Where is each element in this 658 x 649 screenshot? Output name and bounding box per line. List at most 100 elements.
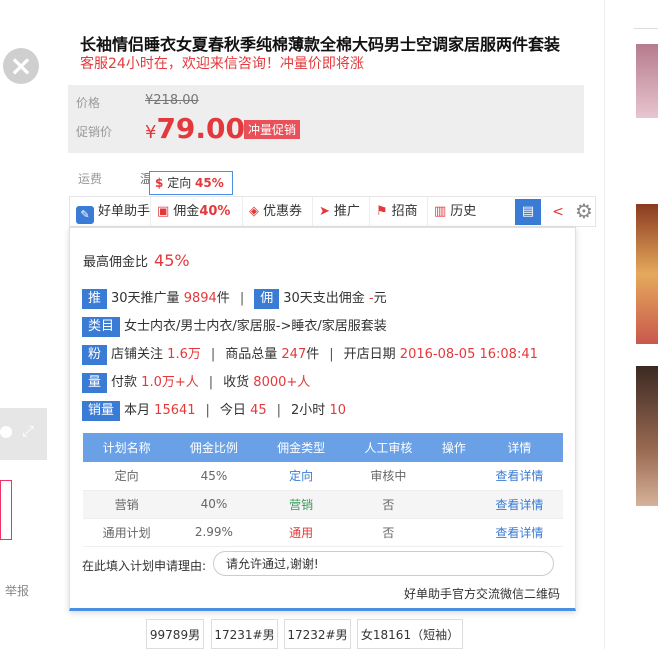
promo-stats-row: 推 30天推广量 9894件 | 佣 30天支出佣金 -元 xyxy=(82,287,387,309)
currency-symbol: ¥ xyxy=(145,122,157,143)
month-sales: 15641 xyxy=(154,403,196,418)
coupon-label: 优惠券 xyxy=(263,204,303,219)
reason-label: 在此填入计划申请理由: xyxy=(82,559,207,573)
today-sales: 45 xyxy=(250,403,267,418)
history-button[interactable]: ▥ 历史 xyxy=(428,197,494,226)
recommend-thumb[interactable] xyxy=(636,136,658,184)
price-box: 价格 ¥218.00 促销价 ¥79.00 冲量促销 xyxy=(68,85,584,153)
max-rate-label: 最高佣金比 xyxy=(83,255,149,270)
share-icon[interactable]: < xyxy=(547,199,569,225)
view-details-link[interactable]: 查看详情 xyxy=(475,462,563,491)
commission-percent: 40% xyxy=(199,204,231,219)
col-header: 佣金类型 xyxy=(257,433,345,462)
volume-row: 量付款 1.0万+人 | 收货 8000+人 xyxy=(82,371,310,393)
paid-count: 1.0万+人 xyxy=(141,375,199,390)
promo-tag-badge: 推 xyxy=(82,289,108,309)
recommend-thumb[interactable] xyxy=(636,204,658,344)
product-title: 长袖情侣睡衣女夏春秋季纯棉薄款全棉大码男士空调家居服两件套装 xyxy=(80,35,561,54)
thumbnail-image[interactable] xyxy=(0,480,12,540)
plan-name: 营销 xyxy=(83,490,171,519)
promo-count-label: 30天推广量 xyxy=(111,291,180,306)
brand-logo-icon: ✎ xyxy=(76,206,94,224)
received-label: 收货 xyxy=(223,375,250,390)
shipping-label: 运费 xyxy=(78,172,103,186)
sku-option[interactable]: 女18161（短袖） xyxy=(357,619,463,649)
plan-rate: 45% xyxy=(170,462,258,491)
separator: | xyxy=(239,291,245,306)
unit-label: 件 xyxy=(216,291,230,306)
col-header: 人工审核 xyxy=(344,433,433,462)
goods-unit: 件 xyxy=(306,347,320,362)
open-date-label: 开店日期 xyxy=(343,347,396,362)
shop-follow-label: 店铺关注 xyxy=(111,347,164,362)
plan-type: 通用 xyxy=(257,518,345,547)
table-row: 营销 40% 营销 否 查看详情 xyxy=(83,490,563,519)
recommend-thumb[interactable] xyxy=(636,366,658,506)
plan-type: 定向 xyxy=(257,462,345,491)
promo-tag: 冲量促销 xyxy=(244,120,301,139)
brand-label: 好单助手 xyxy=(98,204,151,219)
recruit-label: 招商 xyxy=(391,204,418,219)
col-header: 详情 xyxy=(475,433,563,462)
max-rate-value: 45% xyxy=(154,251,190,270)
carousel-dot[interactable] xyxy=(0,426,12,438)
promote-button[interactable]: ➤ 推广 xyxy=(313,197,370,226)
bar-chart-icon: ▥ xyxy=(434,204,447,219)
month-label: 本月 xyxy=(124,403,151,418)
sku-option[interactable]: 99789男 xyxy=(146,619,204,649)
separator: | xyxy=(208,375,214,390)
plan-review: 否 xyxy=(344,518,433,547)
recommend-thumb[interactable] xyxy=(636,44,658,118)
plan-action[interactable] xyxy=(432,518,476,547)
expand-icon[interactable]: ⤢ xyxy=(22,422,40,440)
tooltip-text: 定向 xyxy=(167,176,192,190)
view-details-link[interactable]: 查看详情 xyxy=(475,490,563,519)
money-icon: ▣ xyxy=(157,204,170,219)
separator: | xyxy=(329,347,334,362)
promote-label: 推广 xyxy=(333,204,360,219)
sku-option[interactable]: 17232#男 xyxy=(284,619,351,649)
history-label: 历史 xyxy=(450,204,477,219)
sales-tag-badge: 销量 xyxy=(82,401,121,421)
separator: | xyxy=(276,403,282,418)
plan-name: 定向 xyxy=(83,462,171,491)
view-details-link[interactable]: 查看详情 xyxy=(475,518,563,547)
col-header: 计划名称 xyxy=(83,433,171,462)
plan-action[interactable] xyxy=(432,462,476,491)
report-link[interactable]: 举报 xyxy=(5,582,29,599)
received-count: 8000+人 xyxy=(253,375,311,390)
shop-follow: 1.6万 xyxy=(167,347,201,362)
table-header-row: 计划名称 佣金比例 佣金类型 人工审核 操作 详情 xyxy=(83,433,563,462)
tag-icon: ◈ xyxy=(249,204,259,219)
commission-button[interactable]: ▣ 佣金40% xyxy=(151,197,243,226)
close-icon[interactable]: × xyxy=(3,48,39,84)
tooltip-percent: 45% xyxy=(195,176,224,190)
brand-button[interactable]: ✎ 好单助手 xyxy=(70,197,151,226)
recruit-button[interactable]: ⚑ 招商 xyxy=(370,197,428,226)
flag-icon: ⚑ xyxy=(376,204,388,219)
today-label: 今日 xyxy=(219,403,246,418)
goods-total: 247 xyxy=(281,347,307,362)
plan-name: 通用计划 xyxy=(83,518,171,547)
commission-panel: 最高佣金比 45% 推 30天推广量 9894件 | 佣 30天支出佣金 -元 类目 女士内… xyxy=(69,227,576,611)
reason-input[interactable] xyxy=(213,551,554,576)
shop-stats-row: 粉店铺关注 1.6万 | 商品总量 247件 | 开店日期 2016-08-05 16:… xyxy=(82,343,538,365)
price-label: 价格 xyxy=(76,96,101,110)
sku-option[interactable]: 17231#男 xyxy=(211,619,278,649)
plan-action[interactable] xyxy=(432,490,476,519)
sales-row: 销量 本月 15641 | 今日 45 | 2小时 10 xyxy=(82,399,346,421)
promo-price-value: 79.00 xyxy=(156,112,246,145)
promo-price-label: 促销价 xyxy=(76,125,113,139)
original-price: ¥218.00 xyxy=(145,93,199,108)
commission-label: 佣金 xyxy=(173,204,200,219)
unit-label: 元 xyxy=(373,291,387,306)
document-icon[interactable]: ▤ xyxy=(515,199,541,225)
gear-icon[interactable]: ⚙ xyxy=(572,197,596,226)
helper-toolbar: ✎ 好单助手 ▣ 佣金40% ◈ 优惠券 ➤ 推广 ⚑ 招商 ▥ 历史 ▤ < ⚙ xyxy=(69,196,596,227)
send-icon: ➤ xyxy=(319,204,330,219)
fans-tag-badge: 粉 xyxy=(82,345,108,365)
wechat-qr-link[interactable]: 好单助手官方交流微信二维码 xyxy=(404,585,560,602)
commission-tag-badge: 佣 xyxy=(254,289,280,309)
max-rate: 最高佣金比 45% xyxy=(83,251,190,270)
coupon-button[interactable]: ◈ 优惠券 xyxy=(243,197,313,226)
